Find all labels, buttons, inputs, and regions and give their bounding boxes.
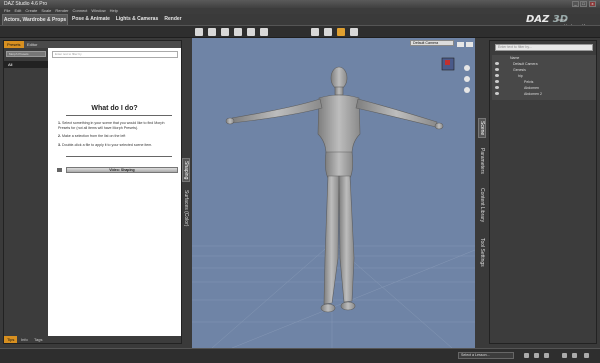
- filter-input[interactable]: Enter text to filter by: [52, 51, 178, 58]
- genesis-figure: [225, 66, 444, 313]
- right-pane-tabs: Scene Parameters Content Library Tool Se…: [477, 40, 489, 344]
- rotate-tool-icon[interactable]: [234, 28, 242, 36]
- category-sidebar: Morph Presets All: [4, 48, 48, 336]
- lesson-help-icon[interactable]: [572, 353, 577, 358]
- divider: [66, 156, 172, 157]
- scale-tool-icon[interactable]: [247, 28, 255, 36]
- render-settings-icon[interactable]: [311, 28, 319, 36]
- tab-info[interactable]: Info: [18, 336, 31, 343]
- help-step-1: 1. Select something in your scene that y…: [58, 121, 165, 130]
- info-tabs: Tips Info Tags: [4, 336, 181, 343]
- visibility-eye-icon[interactable]: [495, 62, 499, 65]
- tab-tags[interactable]: Tags: [31, 336, 45, 343]
- close-button[interactable]: x: [589, 1, 596, 7]
- title-bar: DAZ Studio 4.6 Pro _ □ x: [0, 0, 600, 8]
- lesson-select[interactable]: Select a Lesson...: [458, 352, 514, 359]
- view-cube-icon: [441, 57, 455, 71]
- scene-tree: Name Default Camera Genesis hip Pelvis A…: [492, 55, 596, 100]
- universal-tool-icon[interactable]: [195, 28, 203, 36]
- lesson-next-icon[interactable]: [544, 353, 549, 358]
- visibility-eye-icon[interactable]: [495, 74, 499, 77]
- presets-panel-tabs: Presets Editor: [4, 41, 181, 48]
- lesson-close-icon[interactable]: [584, 353, 589, 358]
- divider: [66, 115, 172, 116]
- lesson-prev-icon[interactable]: [524, 353, 529, 358]
- app-window: DAZ Studio 4.6 Pro _ □ x File Edit Create S…: [0, 0, 600, 363]
- category-all[interactable]: All: [4, 61, 48, 68]
- preset-type-select[interactable]: Morph Presets: [6, 51, 46, 57]
- tab-render[interactable]: Render: [162, 14, 184, 25]
- status-bar: Select a Lesson...: [0, 348, 600, 363]
- window-title: DAZ Studio 4.6 Pro: [4, 1, 48, 7]
- render-icon[interactable]: [337, 28, 345, 36]
- view-nav-icons: [457, 42, 473, 93]
- visibility-eye-icon[interactable]: [495, 68, 499, 71]
- minimize-button[interactable]: _: [572, 1, 579, 7]
- tab-shaping[interactable]: Shaping: [182, 158, 190, 183]
- tab-parameters[interactable]: Parameters: [479, 148, 485, 174]
- help-title: What do I do?: [91, 105, 138, 112]
- 3d-viewport[interactable]: Default Camera: [192, 38, 475, 348]
- video-icon: [57, 168, 62, 172]
- tab-scene[interactable]: Scene: [478, 118, 486, 139]
- home-link[interactable]: Home: [556, 17, 567, 22]
- toolbar: [0, 25, 600, 38]
- tab-presets[interactable]: Presets: [4, 41, 24, 48]
- tab-content-library[interactable]: Content Library: [479, 188, 485, 222]
- tab-editor[interactable]: Editor: [24, 41, 40, 48]
- tab-tips[interactable]: Tips: [4, 336, 18, 343]
- tab-lights-cameras[interactable]: Lights & Cameras: [114, 14, 160, 25]
- presets-panel: Presets Editor Morph Presets All Enter t…: [3, 40, 182, 344]
- tab-tool-settings[interactable]: Tool Settings: [479, 238, 485, 267]
- video-shaping-button[interactable]: Video: Shaping: [66, 167, 178, 173]
- camera-select[interactable]: Default Camera: [410, 40, 454, 46]
- tree-row-abdomen-2[interactable]: Abdomen 2: [492, 91, 596, 97]
- pose-tool-icon[interactable]: [260, 28, 268, 36]
- spot-render-icon[interactable]: [324, 28, 332, 36]
- viewport-scene: [192, 42, 475, 348]
- visibility-eye-icon[interactable]: [495, 86, 499, 89]
- tab-surfaces-color[interactable]: Surfaces (Color): [183, 190, 189, 226]
- help-step-2: 2. Make a selection from the list on the…: [58, 134, 126, 138]
- visibility-eye-icon[interactable]: [495, 80, 499, 83]
- lesson-play-icon[interactable]: [534, 353, 539, 358]
- tab-actors-wardrobe-props[interactable]: Actors, Wardrobe & Props: [2, 14, 68, 25]
- tab-pose-animate[interactable]: Pose & Animate: [70, 14, 112, 25]
- scene-panel: Enter text to filter by... Name Default …: [489, 40, 597, 344]
- help-step-3: 3. Double-click a file to apply it to yo…: [58, 143, 153, 147]
- save-render-icon[interactable]: [350, 28, 358, 36]
- translate-tool-icon[interactable]: [221, 28, 229, 36]
- maximize-button[interactable]: □: [580, 1, 587, 7]
- lesson-list-icon[interactable]: [562, 353, 567, 358]
- node-select-icon[interactable]: [208, 28, 216, 36]
- left-pane-tabs: Shaping Surfaces (Color): [182, 40, 192, 344]
- scene-filter-input[interactable]: Enter text to filter by...: [495, 44, 593, 51]
- visibility-eye-icon[interactable]: [495, 92, 499, 95]
